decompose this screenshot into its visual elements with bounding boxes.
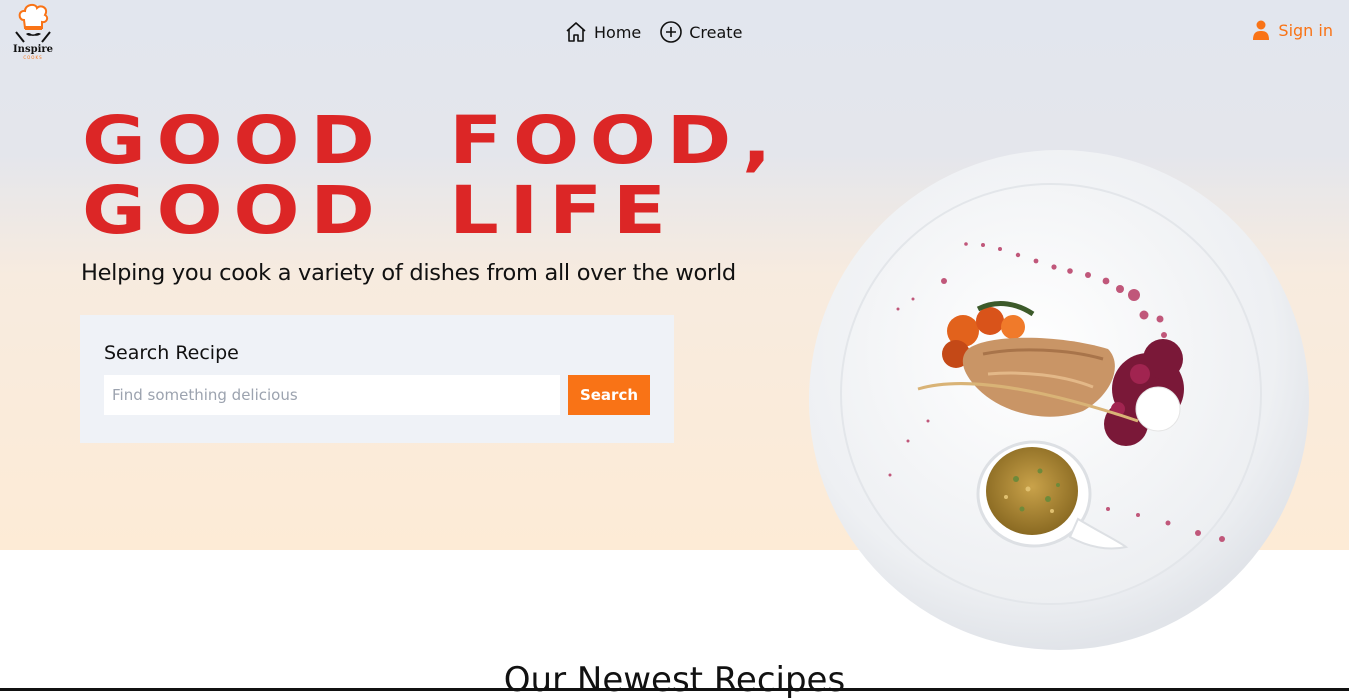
chef-hat-icon [15,3,51,43]
hero-subtitle: Helping you cook a variety of dishes fro… [81,260,736,286]
user-icon [1253,20,1270,40]
brand-tagline: COOKS [23,55,43,60]
search-input[interactable] [104,375,560,415]
nav-create[interactable]: Create [659,20,742,44]
plate-illustration [809,150,1309,650]
signin-label: Sign in [1278,20,1333,40]
nav-create-label: Create [689,22,743,42]
headline-line-2: GOOD LIFE [82,172,677,249]
brand-name: Inspire [13,44,53,55]
newest-recipes-title: Our Newest Recipes [503,660,846,700]
home-icon [566,22,586,42]
brand-logo[interactable]: Inspire COOKS [10,2,56,60]
search-card: Search Recipe Search [80,315,674,443]
hero-food-image [808,149,1310,651]
hero-headline: GOOD FOOD, GOOD LIFE [82,106,782,246]
search-label: Search Recipe [104,342,239,364]
nav-home-label: Home [594,22,642,42]
signin-link[interactable]: Sign in [1252,20,1333,40]
plus-circle-icon [660,21,683,43]
headline-line-1: GOOD FOOD, [82,102,783,179]
nav-home[interactable]: Home [564,20,641,44]
search-button[interactable]: Search [568,375,650,415]
main-nav: Home Create [564,20,742,44]
